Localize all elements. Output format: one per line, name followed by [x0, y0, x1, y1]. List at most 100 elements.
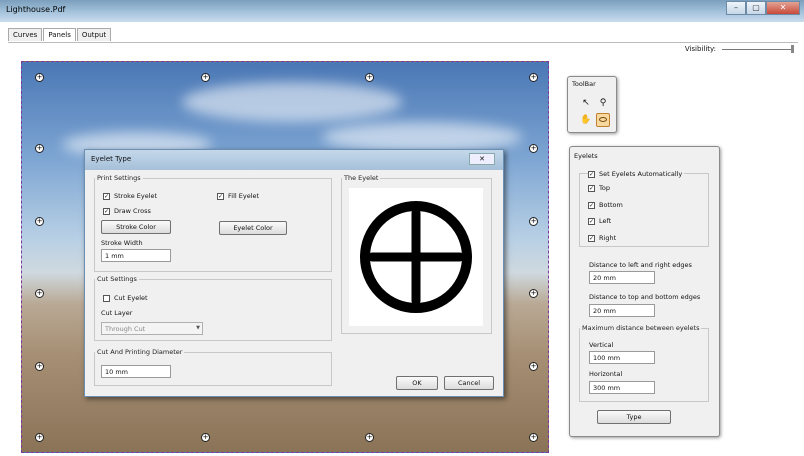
visibility-label: Visibility:: [684, 45, 716, 53]
eyelets-panel: Eyelets ✓ Set Eyelets Automatically ✓ Top …: [569, 146, 720, 437]
checkbox-checked-icon: ✓: [103, 207, 110, 215]
vertical-input[interactable]: 100 mm: [589, 351, 655, 364]
arrow-pointer-icon[interactable]: ↖: [580, 97, 592, 109]
toolbar-title: ToolBar: [572, 80, 596, 88]
max-distance-legend: Maximum distance between eyelets: [582, 324, 700, 332]
cancel-button[interactable]: Cancel: [444, 376, 494, 390]
eyelet-preview: [349, 188, 483, 326]
zoom-icon[interactable]: ⚲: [597, 97, 609, 109]
eyelet-marker-icon[interactable]: +: [529, 144, 538, 153]
toolbar-panel: ToolBar ↖ ⚲ ✋: [567, 76, 617, 133]
dialog-title: Eyelet Type: [91, 155, 132, 163]
stroke-width-label: Stroke Width: [101, 239, 143, 247]
auto-eyelets-checkbox[interactable]: ✓ Set Eyelets Automatically: [588, 170, 685, 178]
top-label: Top: [599, 184, 610, 192]
diameter-legend: Cut And Printing Diameter: [97, 348, 183, 356]
top-checkbox[interactable]: ✓ Top: [588, 184, 610, 192]
bottom-label: Bottom: [599, 201, 623, 209]
stroke-color-button[interactable]: Stroke Color: [101, 220, 171, 234]
chevron-down-icon: ▼: [196, 325, 200, 331]
cut-eyelet-checkbox[interactable]: Cut Eyelet: [103, 294, 148, 302]
eyelet-type-dialog: Eyelet Type ✕ Print Settings ✓ Stroke Eye…: [84, 149, 504, 397]
checkbox-checked-icon: ✓: [588, 184, 595, 192]
eyelet-marker-icon[interactable]: +: [35, 362, 44, 371]
tab-panels[interactable]: Panels: [43, 28, 76, 41]
cloud-shape: [322, 122, 522, 152]
type-button[interactable]: Type: [597, 410, 671, 424]
tab-curves[interactable]: Curves: [8, 28, 43, 41]
eyelet-marker-icon[interactable]: +: [35, 289, 44, 298]
eyelet-marker-icon[interactable]: +: [529, 73, 538, 82]
window-controls: – ▢ ✕: [726, 1, 800, 15]
auto-eyelets-label: Set Eyelets Automatically: [599, 170, 683, 178]
cut-eyelet-label: Cut Eyelet: [114, 294, 148, 302]
draw-cross-label: Draw Cross: [114, 207, 151, 215]
tab-output[interactable]: Output: [76, 28, 112, 41]
dialog-title-bar: Eyelet Type ✕: [85, 150, 503, 170]
eyelet-marker-icon[interactable]: +: [529, 217, 538, 226]
eyelet-marker-icon[interactable]: +: [35, 73, 44, 82]
checkbox-checked-icon: ✓: [588, 234, 595, 242]
checkbox-checked-icon: ✓: [588, 170, 595, 178]
eyelet-marker-icon[interactable]: +: [529, 362, 538, 371]
window-title: Lighthouse.Pdf: [6, 5, 66, 14]
maximize-button[interactable]: ▢: [746, 1, 766, 15]
right-checkbox[interactable]: ✓ Right: [588, 234, 616, 242]
eyelet-marker-icon[interactable]: +: [35, 433, 44, 442]
visibility-control: Visibility:: [684, 44, 794, 53]
eyelet-marker-icon[interactable]: +: [201, 73, 210, 82]
checkbox-checked-icon: ✓: [588, 217, 595, 225]
eyelet-marker-icon[interactable]: +: [529, 433, 538, 442]
hand-pan-icon[interactable]: ✋: [580, 114, 592, 126]
checkbox-checked-icon: ✓: [103, 192, 110, 200]
eyelet-marker-icon[interactable]: +: [201, 433, 210, 442]
eyelet-marker-icon[interactable]: +: [35, 144, 44, 153]
lr-distance-label: Distance to left and right edges: [589, 261, 692, 269]
title-bar: Lighthouse.Pdf – ▢ ✕: [0, 0, 804, 22]
cut-settings-legend: Cut Settings: [97, 275, 137, 283]
ok-button[interactable]: OK: [396, 376, 438, 390]
horizontal-label: Horizontal: [589, 370, 623, 378]
stroke-eyelet-label: Stroke Eyelet: [114, 192, 158, 200]
stroke-eyelet-checkbox[interactable]: ✓ Stroke Eyelet: [103, 192, 157, 200]
left-label: Left: [599, 217, 612, 225]
cut-layer-value: Through Cut: [105, 325, 146, 333]
lr-distance-input[interactable]: 20 mm: [589, 271, 655, 284]
visibility-slider-thumb[interactable]: [791, 44, 794, 53]
eyelet-marker-icon[interactable]: +: [365, 433, 374, 442]
bottom-checkbox[interactable]: ✓ Bottom: [588, 201, 623, 209]
cut-layer-select[interactable]: Through Cut ▼: [101, 322, 203, 335]
visibility-slider[interactable]: [722, 44, 794, 53]
eyelet-marker-icon[interactable]: +: [365, 73, 374, 82]
checkbox-checked-icon: ✓: [217, 192, 224, 200]
eyelets-title: Eyelets: [574, 152, 598, 160]
cut-layer-label: Cut Layer: [101, 309, 133, 317]
print-settings-legend: Print Settings: [97, 174, 141, 182]
eyelet-color-button[interactable]: Eyelet Color: [219, 221, 287, 235]
tb-distance-label: Distance to top and bottom edges: [589, 293, 701, 301]
tab-divider: [8, 42, 798, 43]
checkbox-checked-icon: ✓: [588, 201, 595, 209]
dialog-close-button[interactable]: ✕: [469, 153, 495, 165]
fill-eyelet-checkbox[interactable]: ✓ Fill Eyelet: [217, 192, 259, 200]
tab-bar: Curves Panels Output: [8, 28, 112, 41]
left-checkbox[interactable]: ✓ Left: [588, 217, 611, 225]
vertical-label: Vertical: [589, 341, 614, 349]
fill-eyelet-label: Fill Eyelet: [228, 192, 260, 200]
right-label: Right: [599, 234, 617, 242]
eyelet-marker-icon[interactable]: +: [529, 289, 538, 298]
eyelet-preview-legend: The Eyelet: [344, 174, 379, 182]
checkbox-unchecked-icon: [103, 294, 110, 302]
eyelet-preview-icon: [360, 201, 472, 313]
eyelet-tool-icon[interactable]: [596, 113, 610, 127]
close-button[interactable]: ✕: [766, 1, 800, 15]
horizontal-input[interactable]: 300 mm: [589, 381, 655, 394]
stroke-width-input[interactable]: 1 mm: [101, 249, 171, 262]
draw-cross-checkbox[interactable]: ✓ Draw Cross: [103, 207, 151, 215]
tb-distance-input[interactable]: 20 mm: [589, 304, 655, 317]
minimize-button[interactable]: –: [726, 1, 746, 15]
cloud-shape: [182, 82, 402, 122]
diameter-input[interactable]: 10 mm: [101, 365, 171, 378]
oval-icon: [599, 117, 607, 122]
eyelet-marker-icon[interactable]: +: [35, 217, 44, 226]
